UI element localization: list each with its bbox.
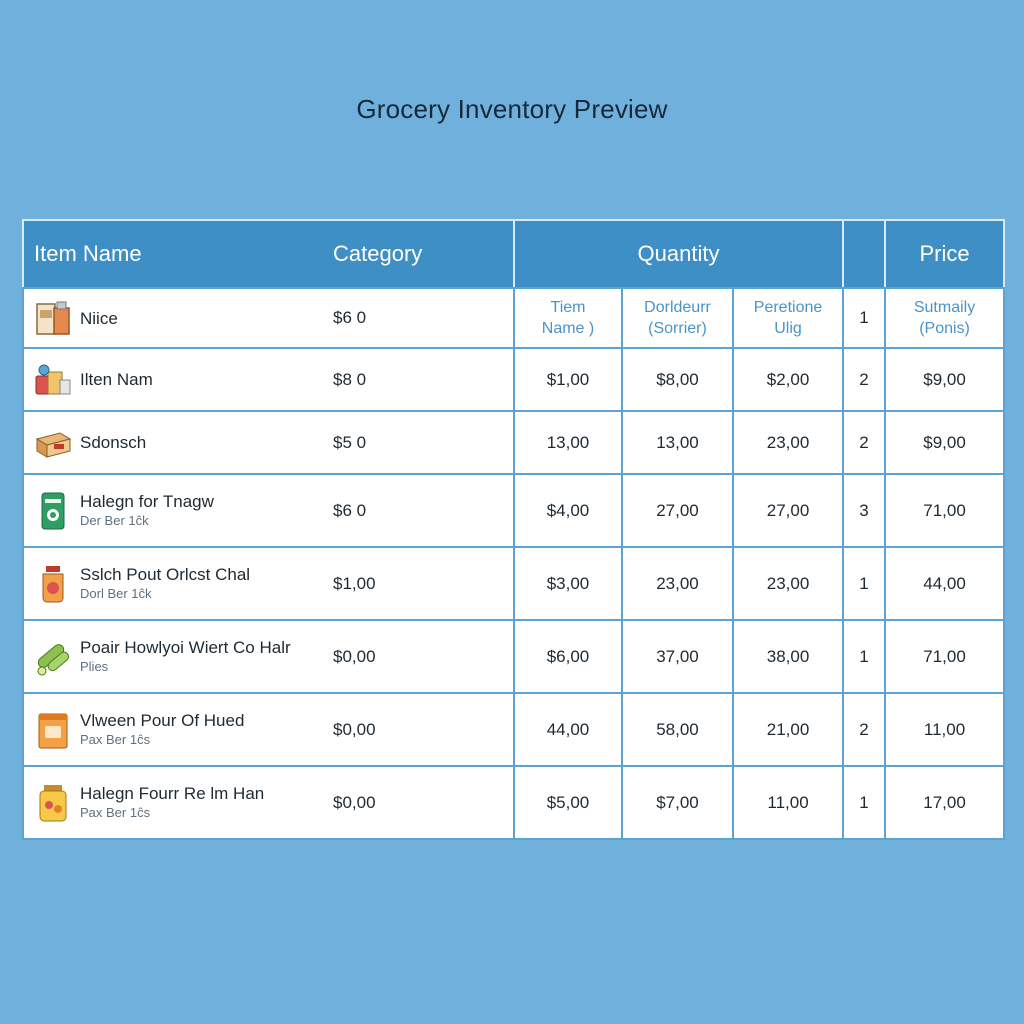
table-row[interactable]: Vlween Pour Of Hued Pax Ber 1ĉs $0,00 44,00… — [22, 692, 1006, 767]
item-subtitle: Pax Ber 1ĉs — [80, 731, 151, 747]
category-cell: $6 0 — [333, 473, 515, 548]
quantity-cell-1: 44,00 — [513, 692, 623, 767]
inventory-table: Item Name Category Quantity Price Niice $… — [22, 219, 1006, 840]
quantity-cell-2: 13,00 — [621, 410, 734, 475]
quantity-cell-1: $4,00 — [513, 473, 623, 548]
item-name-cell: Sslch Pout Orlcst Chal Dorl Ber 1ĉk — [22, 546, 333, 621]
green-bag-icon — [34, 491, 72, 531]
header-row: Item Name Category Quantity Price — [22, 219, 1006, 289]
item-name-cell: Vlween Pour Of Hued Pax Ber 1ĉs — [22, 692, 333, 767]
price-subheader: Sutmaily (Ponis) — [884, 287, 1006, 349]
quantity-cell-1: $6,00 — [513, 619, 623, 694]
cardboard-box-icon — [34, 423, 72, 463]
table-row[interactable]: Sdonsch $5 0 13,00 13,00 23,00 2 $9,00 — [22, 410, 1006, 475]
column-header-quantity[interactable]: Quantity — [512, 219, 845, 289]
quantity-cell-2: 27,00 — [621, 473, 734, 548]
category-cell: $6 0 — [333, 287, 515, 349]
item-name-cell: Halegn Fourr Re lm Han Pax Ber 1ĉs — [22, 765, 333, 840]
item-name: Sslch Pout Orlcst Chal — [80, 564, 251, 584]
item-name: Vlween Pour Of Hued — [80, 710, 245, 730]
item-name-cell: Halegn for Tnagw Der Ber 1ĉk — [22, 473, 333, 548]
table-row[interactable]: Niice $6 0 Tiem Name ) Dorldeurr (Sorrier) P… — [22, 287, 1006, 349]
count-cell: 1 — [842, 546, 887, 621]
table-row[interactable]: Sslch Pout Orlcst Chal Dorl Ber 1ĉk $1,00 $… — [22, 546, 1006, 621]
quantity-cell-2: 23,00 — [621, 546, 734, 621]
boxed-goods-icon — [34, 298, 72, 338]
quantity-cell-3: 38,00 — [731, 619, 845, 694]
item-name-cell: Niice — [22, 287, 333, 349]
quantity-subheader-2: Dorldeurr (Sorrier) — [621, 287, 734, 349]
quantity-cell-1: 13,00 — [513, 410, 623, 475]
item-name: Niice — [80, 308, 118, 328]
page-title: Grocery Inventory Preview — [356, 94, 668, 124]
quantity-cell-2: $7,00 — [621, 765, 734, 840]
quantity-subheader-1: Tiem Name ) — [513, 287, 623, 349]
price-cell: $9,00 — [884, 347, 1006, 412]
table-row[interactable]: Halegn for Tnagw Der Ber 1ĉk $6 0 $4,00 27,0… — [22, 473, 1006, 548]
column-header-blank — [842, 219, 887, 289]
item-name: Poair Howlyoi Wiert Co Halr — [80, 637, 291, 657]
quantity-cell-1: $3,00 — [513, 546, 623, 621]
quantity-cell-2: 37,00 — [621, 619, 734, 694]
column-header-item-name[interactable]: Item Name — [22, 219, 333, 289]
item-subtitle: Pax Ber 1ĉs — [80, 804, 151, 820]
category-cell: $5 0 — [333, 410, 515, 475]
orange-package-icon — [34, 710, 72, 750]
count-cell: 2 — [842, 410, 887, 475]
count-cell: 1 — [842, 619, 887, 694]
table-body: Niice $6 0 Tiem Name ) Dorldeurr (Sorrier) P… — [22, 287, 1006, 840]
column-header-category[interactable]: Category — [333, 219, 515, 289]
quantity-subheader-3-text: Peretione Ulig — [753, 299, 823, 337]
item-name: Halegn Fourr Re lm Han — [80, 783, 265, 803]
quantity-cell-3: 23,00 — [731, 546, 845, 621]
quantity-subheader-3: Peretione Ulig — [731, 287, 845, 349]
quantity-cell-2: $8,00 — [621, 347, 734, 412]
category-cell: $0,00 — [333, 619, 515, 694]
cucumber-icon — [34, 637, 72, 677]
quantity-subheader-1-text: Tiem Name ) — [541, 299, 595, 337]
item-name-cell: Poair Howlyoi Wiert Co Halr Plies — [22, 619, 333, 694]
quantity-cell-3: 27,00 — [731, 473, 845, 548]
count-cell: 2 — [842, 692, 887, 767]
price-cell: $9,00 — [884, 410, 1006, 475]
quantity-cell-1: $1,00 — [513, 347, 623, 412]
item-subtitle: Der Ber 1ĉk — [80, 512, 149, 528]
price-subheader-text: Sutmaily (Ponis) — [913, 299, 976, 337]
honey-jar-icon — [34, 783, 72, 823]
item-subtitle: Dorl Ber 1ĉk — [80, 585, 152, 601]
quantity-cell-3: 11,00 — [731, 765, 845, 840]
category-cell: $0,00 — [333, 692, 515, 767]
count-cell: 3 — [842, 473, 887, 548]
category-cell: $1,00 — [333, 546, 515, 621]
sauce-jar-icon — [34, 564, 72, 604]
item-name: Halegn for Tnagw — [80, 491, 214, 511]
count-cell: 2 — [842, 347, 887, 412]
quantity-cell-2: 58,00 — [621, 692, 734, 767]
canned-goods-icon — [34, 360, 72, 400]
column-header-price[interactable]: Price — [884, 219, 1006, 289]
category-cell: $8 0 — [333, 347, 515, 412]
quantity-cell-1: $5,00 — [513, 765, 623, 840]
quantity-subheader-2-text: Dorldeurr (Sorrier) — [644, 299, 711, 337]
price-cell: 17,00 — [884, 765, 1006, 840]
item-name: Ilten Nam — [80, 370, 153, 389]
price-cell: 44,00 — [884, 546, 1006, 621]
price-cell: 71,00 — [884, 619, 1006, 694]
item-name: Sdonsch — [80, 433, 147, 452]
quantity-cell-3: 21,00 — [731, 692, 845, 767]
quantity-cell-3: $2,00 — [731, 347, 845, 412]
item-name-cell: Ilten Nam — [22, 347, 333, 412]
item-name-cell: Sdonsch — [22, 410, 333, 475]
table-row[interactable]: Ilten Nam $8 0 $1,00 $8,00 $2,00 2 $9,00 — [22, 347, 1006, 412]
price-cell: 11,00 — [884, 692, 1006, 767]
item-subtitle: Plies — [80, 658, 109, 674]
count-cell: 1 — [842, 765, 887, 840]
quantity-cell-3: 23,00 — [731, 410, 845, 475]
table-row[interactable]: Halegn Fourr Re lm Han Pax Ber 1ĉs $0,00 $5… — [22, 765, 1006, 840]
category-cell: $0,00 — [333, 765, 515, 840]
table-row[interactable]: Poair Howlyoi Wiert Co Halr Plies $0,00 $6,… — [22, 619, 1006, 694]
count-cell: 1 — [842, 287, 887, 349]
price-cell: 71,00 — [884, 473, 1006, 548]
